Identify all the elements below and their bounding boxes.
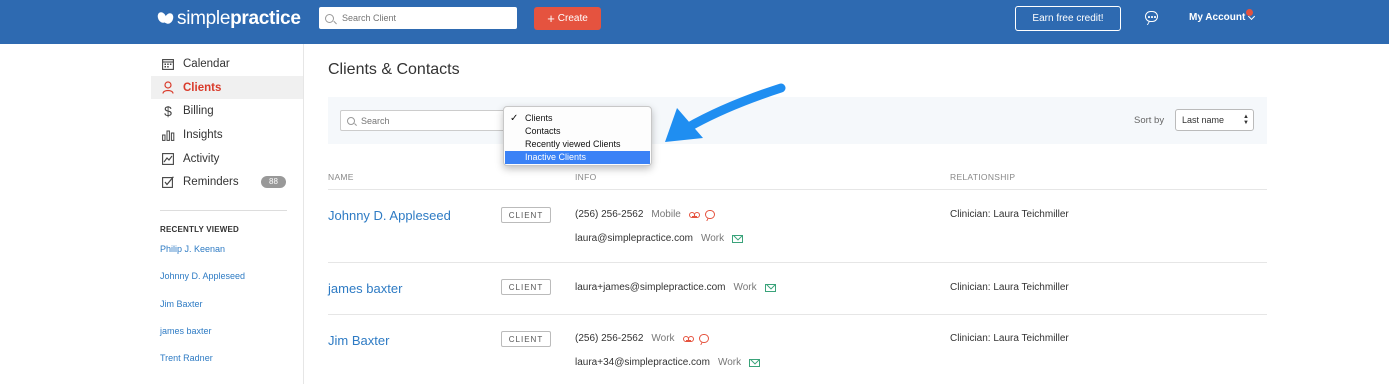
recent-client-link[interactable]: james baxter bbox=[160, 326, 212, 336]
dropdown-option-inactive-clients[interactable]: Inactive Clients bbox=[505, 151, 650, 164]
my-account-label: My Account bbox=[1189, 12, 1246, 23]
client-email: laura@simplepractice.com Work bbox=[575, 233, 744, 244]
reminders-count-badge: 88 bbox=[261, 175, 286, 188]
table-row-divider bbox=[328, 314, 1267, 315]
client-badge: CLIENT bbox=[501, 331, 551, 347]
notification-dot bbox=[1246, 9, 1253, 16]
relationship: Clinician: Laura Teichmiller bbox=[950, 333, 1069, 344]
plus-icon: + bbox=[547, 11, 555, 26]
sort-select-value: Last name bbox=[1182, 115, 1225, 125]
bar-chart-icon bbox=[161, 128, 175, 142]
sidebar-item-calendar[interactable]: Calendar bbox=[151, 52, 303, 75]
top-bar: simplepractice + Create Earn free credit… bbox=[0, 0, 1389, 44]
sms-icon bbox=[704, 210, 715, 219]
voicemail-icon bbox=[688, 211, 700, 218]
person-icon bbox=[161, 81, 175, 95]
dropdown-option-contacts[interactable]: Contacts bbox=[504, 125, 651, 138]
calendar-icon bbox=[161, 57, 175, 71]
butterfly-logo-icon bbox=[156, 10, 175, 26]
dropdown-option-recently-viewed[interactable]: Recently viewed Clients bbox=[504, 138, 651, 151]
client-type-dropdown-menu: ✓ Clients Contacts Recently viewed Clien… bbox=[503, 106, 652, 166]
chat-icon[interactable] bbox=[1145, 11, 1158, 22]
envelope-icon[interactable] bbox=[749, 358, 761, 367]
phone-type: Work bbox=[651, 333, 675, 344]
relationship: Clinician: Laura Teichmiller bbox=[950, 209, 1069, 220]
recent-client-link[interactable]: Trent Radner bbox=[160, 353, 213, 363]
sms-icon bbox=[698, 334, 709, 343]
sidebar-item-label: Billing bbox=[183, 104, 214, 117]
sidebar-item-label: Reminders bbox=[183, 175, 239, 188]
recent-client-link[interactable]: Johnny D. Appleseed bbox=[160, 271, 245, 281]
filter-bar: Sort by Last name ▲▼ bbox=[328, 97, 1267, 144]
column-header-relationship: RELATIONSHIP bbox=[950, 172, 1016, 182]
sidebar-item-billing[interactable]: $ Billing bbox=[151, 99, 303, 122]
dollar-icon: $ bbox=[164, 102, 172, 119]
search-icon bbox=[347, 116, 355, 125]
sidebar-item-insights[interactable]: Insights bbox=[151, 123, 303, 146]
recently-viewed-title: RECENTLY VIEWED bbox=[160, 225, 240, 234]
client-email: laura+34@simplepractice.com Work bbox=[575, 357, 761, 368]
annotation-arrow-icon bbox=[665, 83, 786, 142]
brand-logo[interactable]: simplepractice bbox=[156, 7, 301, 31]
filter-search[interactable] bbox=[340, 110, 510, 131]
email-address[interactable]: laura+james@simplepractice.com bbox=[575, 282, 725, 293]
sidebar-item-clients[interactable]: Clients bbox=[151, 76, 303, 99]
create-button[interactable]: + Create bbox=[534, 7, 601, 30]
sidebar-divider bbox=[160, 210, 287, 211]
client-name-link[interactable]: Jim Baxter bbox=[328, 333, 389, 348]
voicemail-icon bbox=[682, 335, 694, 342]
sort-select[interactable]: Last name ▲ ▼ bbox=[1175, 109, 1254, 131]
checkbox-icon bbox=[161, 175, 175, 189]
column-header-info: INFO bbox=[575, 172, 597, 182]
client-badge: CLIENT bbox=[501, 207, 551, 223]
checkmark-icon: ✓ bbox=[510, 113, 519, 124]
client-phone: (256) 256-2562 Work bbox=[575, 333, 709, 344]
email-type: Work bbox=[733, 282, 757, 293]
envelope-icon[interactable] bbox=[732, 234, 744, 243]
page-title: Clients & Contacts bbox=[328, 61, 460, 78]
my-account-menu[interactable]: My Account bbox=[1189, 9, 1256, 23]
search-icon bbox=[325, 13, 334, 23]
email-address[interactable]: laura@simplepractice.com bbox=[575, 233, 693, 244]
filter-search-input[interactable] bbox=[361, 115, 501, 126]
dropdown-option-clients[interactable]: ✓ Clients bbox=[504, 112, 651, 125]
sidebar-item-label: Clients bbox=[183, 81, 222, 94]
column-header-name: NAME bbox=[328, 172, 354, 182]
phone-number[interactable]: (256) 256-2562 bbox=[575, 209, 643, 220]
recent-client-link[interactable]: Philip J. Keenan bbox=[160, 244, 225, 254]
sidebar-item-label: Activity bbox=[183, 152, 220, 165]
sidebar-item-label: Insights bbox=[183, 128, 223, 141]
line-chart-icon bbox=[161, 152, 175, 166]
earn-credit-button[interactable]: Earn free credit! bbox=[1015, 6, 1121, 31]
sidebar-item-reminders[interactable]: Reminders 88 bbox=[151, 170, 303, 193]
brand-wordmark: simplepractice bbox=[177, 8, 301, 29]
client-email: laura+james@simplepractice.com Work bbox=[575, 282, 776, 293]
client-search[interactable] bbox=[319, 7, 517, 29]
client-name-link[interactable]: james baxter bbox=[328, 281, 402, 296]
phone-type: Mobile bbox=[651, 209, 681, 220]
client-badge: CLIENT bbox=[501, 279, 551, 295]
create-button-label: Create bbox=[557, 13, 588, 24]
table-row-divider bbox=[328, 262, 1267, 263]
recent-client-link[interactable]: Jim Baxter bbox=[160, 299, 203, 309]
phone-number[interactable]: (256) 256-2562 bbox=[575, 333, 643, 344]
client-name-link[interactable]: Johnny D. Appleseed bbox=[328, 208, 451, 223]
sidebar-item-activity[interactable]: Activity bbox=[151, 147, 303, 170]
envelope-icon[interactable] bbox=[764, 283, 776, 292]
client-search-input[interactable] bbox=[342, 13, 502, 23]
relationship: Clinician: Laura Teichmiller bbox=[950, 282, 1069, 293]
email-type: Work bbox=[717, 357, 742, 368]
sidebar-item-label: Calendar bbox=[183, 57, 230, 70]
updown-arrows-icon: ▲ ▼ bbox=[1243, 114, 1249, 126]
client-phone: (256) 256-2562 Mobile bbox=[575, 209, 715, 220]
sort-label: Sort by bbox=[1134, 115, 1165, 126]
table-divider bbox=[328, 189, 1267, 190]
email-type: Work bbox=[700, 233, 725, 244]
email-address[interactable]: laura+34@simplepractice.com bbox=[575, 357, 710, 368]
